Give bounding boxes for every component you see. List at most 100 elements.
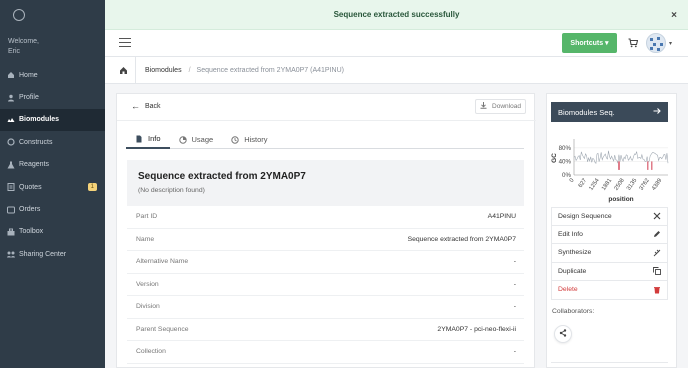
gc-low-marker <box>651 161 653 170</box>
pencil-icon <box>653 230 661 238</box>
field-key: Parent Sequence <box>136 325 189 333</box>
download-button[interactable]: Download <box>475 99 526 114</box>
sidebar-item-toolbox[interactable]: Toolbox <box>0 221 105 243</box>
success-toast: Sequence extracted successfully × <box>105 0 688 30</box>
field-key: Name <box>136 235 155 243</box>
reagents-icon <box>7 161 15 169</box>
chevron-down-icon[interactable]: ▾ <box>669 40 672 47</box>
field-row-parent-sequence: Parent Sequence 2YMA0P7 - pci-neo-flexi-i… <box>127 319 524 341</box>
breadcrumb-link-biomodules[interactable]: Biomodules <box>145 67 182 74</box>
biomodules-icon <box>7 116 15 124</box>
tab-history[interactable]: History <box>222 130 276 149</box>
info-fields: Part ID A41PINU Name Sequence extracted fr… <box>127 206 524 364</box>
close-icon[interactable]: × <box>669 10 679 21</box>
breadcrumb-current: Sequence extracted from 2YMA0P7 (A41PINU… <box>196 66 344 74</box>
field-key: Version <box>136 280 159 288</box>
sequence-title: Sequence extracted from 2YMA0P7 <box>138 171 306 182</box>
tab-info[interactable]: Info <box>126 130 170 149</box>
sidebar-item-label: Orders <box>19 206 41 214</box>
tab-usage[interactable]: Usage <box>170 130 223 149</box>
field-row-version: Version - <box>127 274 524 296</box>
action-list: Design Sequence Edit Info Synthesize Dup… <box>551 207 668 300</box>
arrow-left-icon: ← <box>131 101 140 111</box>
x-tick-label: 1254 <box>588 177 601 192</box>
sidebar: Welcome, Eric Home Profile Biomodules Co… <box>0 0 105 368</box>
field-row-division: Division - <box>127 296 524 319</box>
duplicate-button[interactable]: Duplicate <box>551 262 668 281</box>
sidebar-item-label: Quotes <box>19 183 42 191</box>
x-tick-label: 3135 <box>626 178 638 192</box>
sequence-header: Sequence extracted from 2YMA0P7 (No desc… <box>127 160 524 206</box>
orders-icon <box>7 206 15 214</box>
field-value[interactable]: 2YMA0P7 - pci-neo-flexi-ii <box>437 326 516 333</box>
home-icon[interactable] <box>119 66 128 75</box>
side-panel: Biomodules Seq. 80% 40% 0% GC 0 627 1254 1881 25… <box>546 93 677 368</box>
sidebar-item-orders[interactable]: Orders <box>0 198 105 220</box>
breadcrumb-separator: / <box>188 66 191 74</box>
document-icon <box>135 135 143 143</box>
share-button[interactable] <box>554 325 572 343</box>
gc-low-marker <box>647 161 649 170</box>
pie-chart-icon <box>178 135 187 144</box>
sidebar-item-constructs[interactable]: Constructs <box>0 131 105 153</box>
field-key: Collection <box>136 348 166 356</box>
divider <box>551 362 668 363</box>
user-name: Eric <box>8 48 21 55</box>
constructs-icon <box>7 138 15 146</box>
x-tick-label: 627 <box>578 178 588 189</box>
breadcrumb: Biomodules / Sequence extracted from 2YM… <box>105 56 688 84</box>
design-icon <box>653 212 661 220</box>
design-sequence-button[interactable]: Design Sequence <box>551 207 668 226</box>
tab-bar: Info Usage History <box>126 130 524 149</box>
download-icon <box>480 102 487 111</box>
sidebar-item-reagents[interactable]: Reagents <box>0 154 105 176</box>
welcome-label: Welcome, <box>8 38 39 45</box>
x-tick-label: 0 <box>569 178 576 184</box>
field-row-alternative-name: Alternative Name - <box>127 251 524 274</box>
sidebar-item-label: Reagents <box>19 161 49 169</box>
edit-info-button[interactable]: Edit Info <box>551 225 668 244</box>
back-button[interactable]: ← Back <box>131 101 161 111</box>
gc-low-marker <box>618 161 620 170</box>
back-label: Back <box>145 102 161 110</box>
sidebar-item-profile[interactable]: Profile <box>0 86 105 108</box>
field-value: - <box>513 258 516 266</box>
tab-label: Info <box>148 134 161 143</box>
sidebar-item-label: Toolbox <box>19 228 44 236</box>
logo-icon[interactable] <box>13 9 25 21</box>
welcome-text: Welcome, Eric <box>8 37 39 57</box>
field-value: - <box>513 303 516 311</box>
tab-label: Usage <box>191 135 214 144</box>
sidebar-item-label: Biomodules <box>19 116 60 124</box>
sidebar-item-quotes[interactable]: Quotes 1 <box>0 176 105 198</box>
y-tick-label: 40% <box>559 158 572 165</box>
field-value: - <box>513 348 516 356</box>
y-axis-label: GC <box>551 153 558 163</box>
clock-icon <box>231 135 239 144</box>
sidebar-item-label: Constructs <box>19 138 53 146</box>
sidebar-item-biomodules[interactable]: Biomodules <box>0 108 105 132</box>
field-row-name: Name Sequence extracted from 2YMA0P7 <box>127 229 524 251</box>
synthesize-icon <box>653 249 661 257</box>
avatar[interactable] <box>646 33 666 53</box>
x-tick-label: 1881 <box>601 178 613 192</box>
share-icon <box>559 329 567 339</box>
x-tick-label: 2508 <box>613 178 625 192</box>
synthesize-button[interactable]: Synthesize <box>551 244 668 263</box>
shortcuts-button[interactable]: Shortcuts ▾ <box>562 33 617 53</box>
hamburger-menu-icon[interactable] <box>119 38 131 48</box>
divider <box>117 120 536 121</box>
field-row-part-id: Part ID A41PINU <box>127 206 524 229</box>
biomodule-detail-card: ← Back Download Info Usage History Seque… <box>116 93 536 368</box>
sidebar-item-label: Home <box>19 71 38 79</box>
delete-button[interactable]: Delete <box>551 281 668 300</box>
action-label: Edit Info <box>558 230 583 238</box>
action-label: Synthesize <box>558 249 592 257</box>
quotes-icon <box>7 183 15 192</box>
panel-header-label: Biomodules Seq. <box>558 107 615 117</box>
biomodules-seq-button[interactable]: Biomodules Seq. <box>551 102 668 122</box>
sidebar-item-sharing-center[interactable]: Sharing Center <box>0 243 105 265</box>
sidebar-item-home[interactable]: Home <box>0 64 105 86</box>
cart-icon[interactable] <box>628 38 639 48</box>
breadcrumb-divider <box>135 56 136 84</box>
